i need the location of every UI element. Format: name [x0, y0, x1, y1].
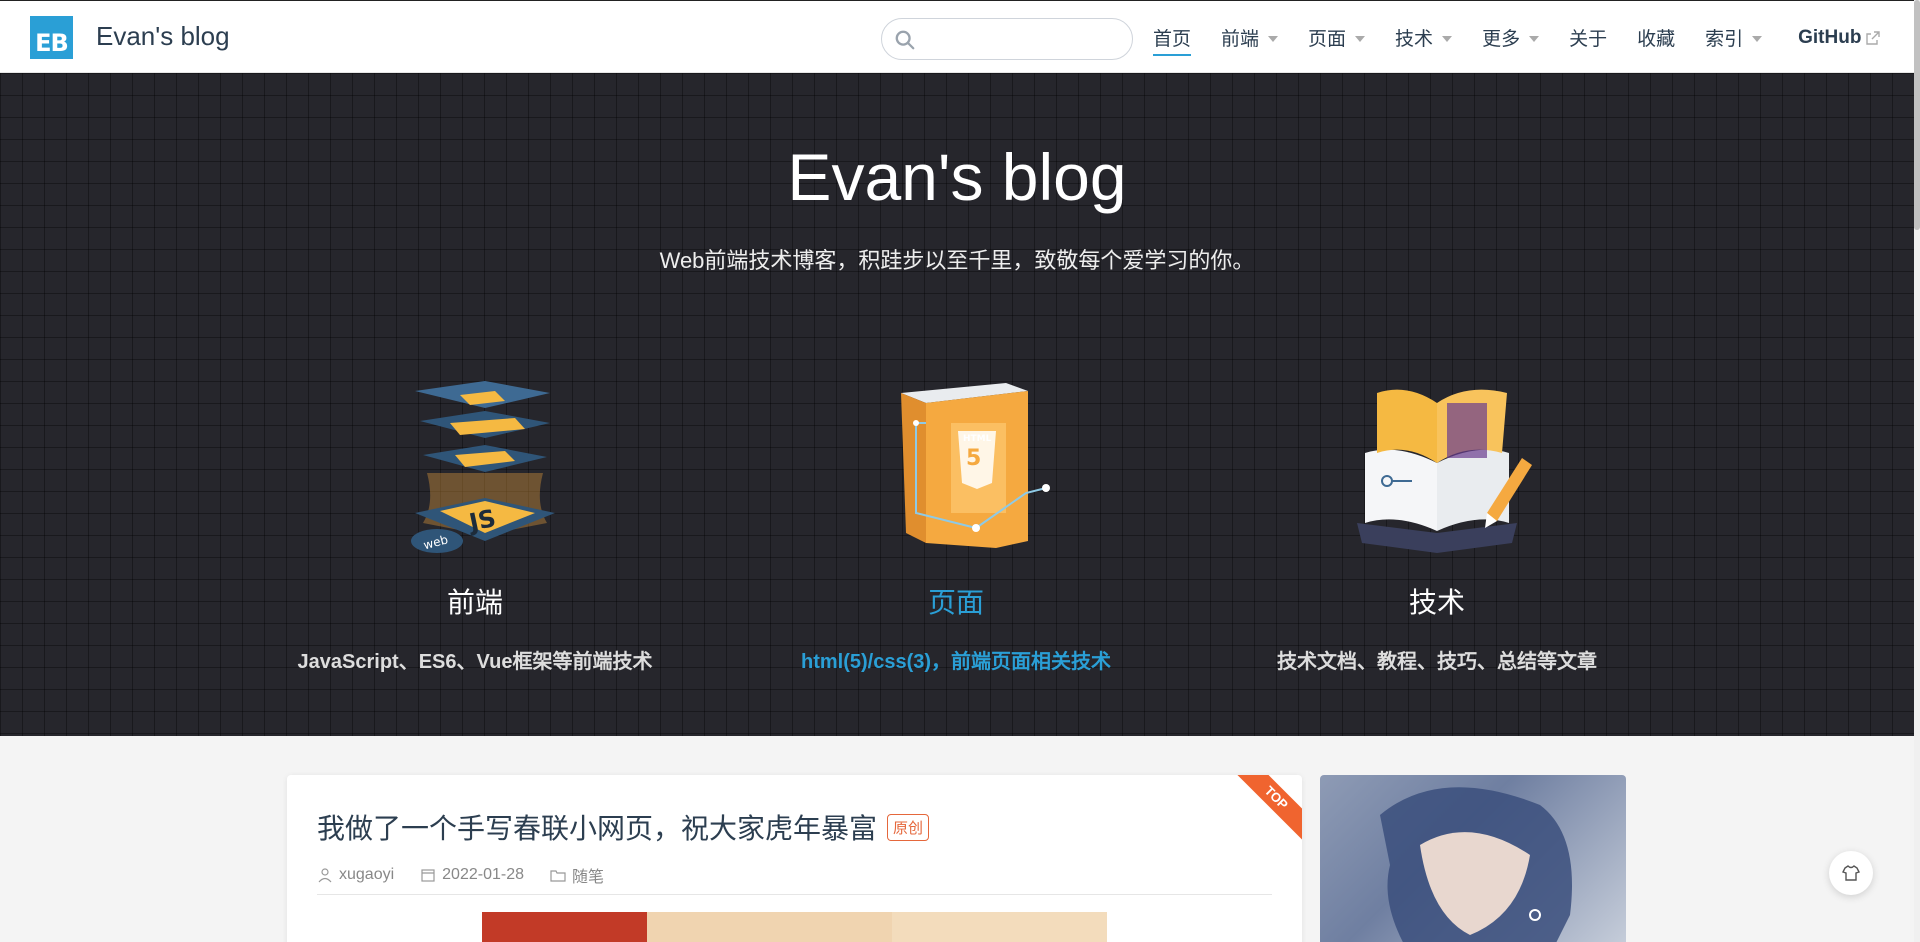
calendar-icon	[421, 869, 435, 882]
feature-frontend[interactable]: JS web 前端 JavaScript、ES6、Vue框架等前端技术	[275, 363, 675, 674]
post-meta: xugaoyi 2022-01-28 随笔	[317, 863, 630, 887]
nav-item-frontend[interactable]: 前端	[1221, 1, 1279, 74]
nav-item-about[interactable]: 关于	[1569, 1, 1607, 74]
nav-label: GitHub	[1798, 26, 1862, 48]
nav-label: 首页	[1153, 29, 1192, 50]
category-text: 随笔	[572, 869, 605, 886]
nav-label: 更多	[1482, 29, 1521, 50]
hero-title: Evan's blog	[787, 140, 1127, 214]
html5-page-icon: 5 HTML	[856, 363, 1056, 563]
feature-title: 技术	[1408, 587, 1465, 618]
svg-text:HTML: HTML	[963, 434, 992, 444]
nav-item-home[interactable]: 首页	[1153, 1, 1192, 74]
nav-item-index[interactable]: 索引	[1705, 1, 1763, 74]
chevron-down-icon	[1752, 35, 1763, 42]
nav-item-favorites[interactable]: 收藏	[1637, 1, 1675, 74]
feature-title: 页面	[927, 587, 984, 618]
book-pencil-icon	[1337, 363, 1537, 563]
nav-label: 技术	[1395, 29, 1434, 50]
hero-description: Web前端技术博客，积跬步以至千里，致敬每个爱学习的你。	[659, 248, 1255, 273]
feature-pages[interactable]: 5 HTML 页面 html(5)/css(3)，前端页面相关技术	[756, 363, 1156, 674]
feature-description: JavaScript、ES6、Vue框架等前端技术	[297, 651, 653, 673]
folder-icon	[550, 870, 566, 882]
nav-links: 首页 前端 页面 技术 更多 关于 收藏 索引 GitHub	[1153, 1, 1910, 74]
nav-label: 页面	[1308, 29, 1347, 50]
author-name: xugaoyi	[339, 866, 395, 883]
nav-label: 前端	[1221, 29, 1260, 50]
hero-section: Evan's blog Web前端技术博客，积跬步以至千里，致敬每个爱学习的你。…	[0, 73, 1914, 736]
site-logo[interactable]: EB	[30, 16, 73, 59]
user-icon	[318, 868, 332, 883]
post-date: 2022-01-28	[420, 866, 524, 884]
post-title: 我做了一个手写春联小网页，祝大家虎年暴富	[317, 813, 878, 844]
external-link-icon	[1866, 30, 1881, 45]
nav-item-github[interactable]: GitHub	[1798, 1, 1881, 74]
feature-tech[interactable]: 技术 技术文档、教程、技巧、总结等文章	[1237, 363, 1637, 674]
original-badge: 原创	[887, 813, 930, 841]
search-icon	[895, 30, 915, 50]
divider	[317, 894, 1272, 895]
nav-label: 索引	[1705, 29, 1744, 50]
top-ribbon: TOP	[1232, 775, 1302, 842]
nav-item-more[interactable]: 更多	[1482, 1, 1540, 74]
chevron-down-icon	[1355, 35, 1366, 42]
feature-description: 技术文档、教程、技巧、总结等文章	[1277, 651, 1597, 673]
post-category[interactable]: 随笔	[550, 863, 604, 887]
blogger-avatar-image	[1320, 775, 1626, 942]
post-card[interactable]: TOP 我做了一个手写春联小网页，祝大家虎年暴富 原创 xugaoyi 2022…	[287, 775, 1302, 942]
top-navbar: EB Evan's blog 首页 前端 页面 技术 更多 关于 收藏 索引 G…	[0, 0, 1914, 73]
post-author[interactable]: xugaoyi	[317, 866, 394, 884]
chevron-down-icon	[1268, 35, 1279, 42]
feature-description: html(5)/css(3)，前端页面相关技术	[800, 651, 1112, 673]
date-text: 2022-01-28	[442, 866, 524, 883]
nav-label: 关于	[1569, 29, 1608, 50]
scrollbar-thumb[interactable]	[1914, 0, 1920, 230]
js-layers-icon: JS web	[375, 363, 575, 563]
nav-item-tech[interactable]: 技术	[1395, 1, 1453, 74]
theme-toggle-button[interactable]	[1829, 851, 1873, 895]
logo-text: EB	[35, 29, 69, 57]
site-name-link[interactable]: Evan's blog	[96, 21, 230, 52]
nav-label: 收藏	[1637, 29, 1676, 50]
feature-title: 前端	[446, 587, 503, 618]
chevron-down-icon	[1442, 35, 1453, 42]
nav-item-pages[interactable]: 页面	[1308, 1, 1366, 74]
shirt-icon	[1842, 865, 1860, 881]
svg-text:5: 5	[966, 446, 981, 471]
chevron-down-icon	[1529, 35, 1540, 42]
search-input[interactable]	[881, 18, 1133, 60]
post-cover-image[interactable]	[482, 912, 1107, 942]
post-title-link[interactable]: 我做了一个手写春联小网页，祝大家虎年暴富 原创	[317, 807, 930, 847]
